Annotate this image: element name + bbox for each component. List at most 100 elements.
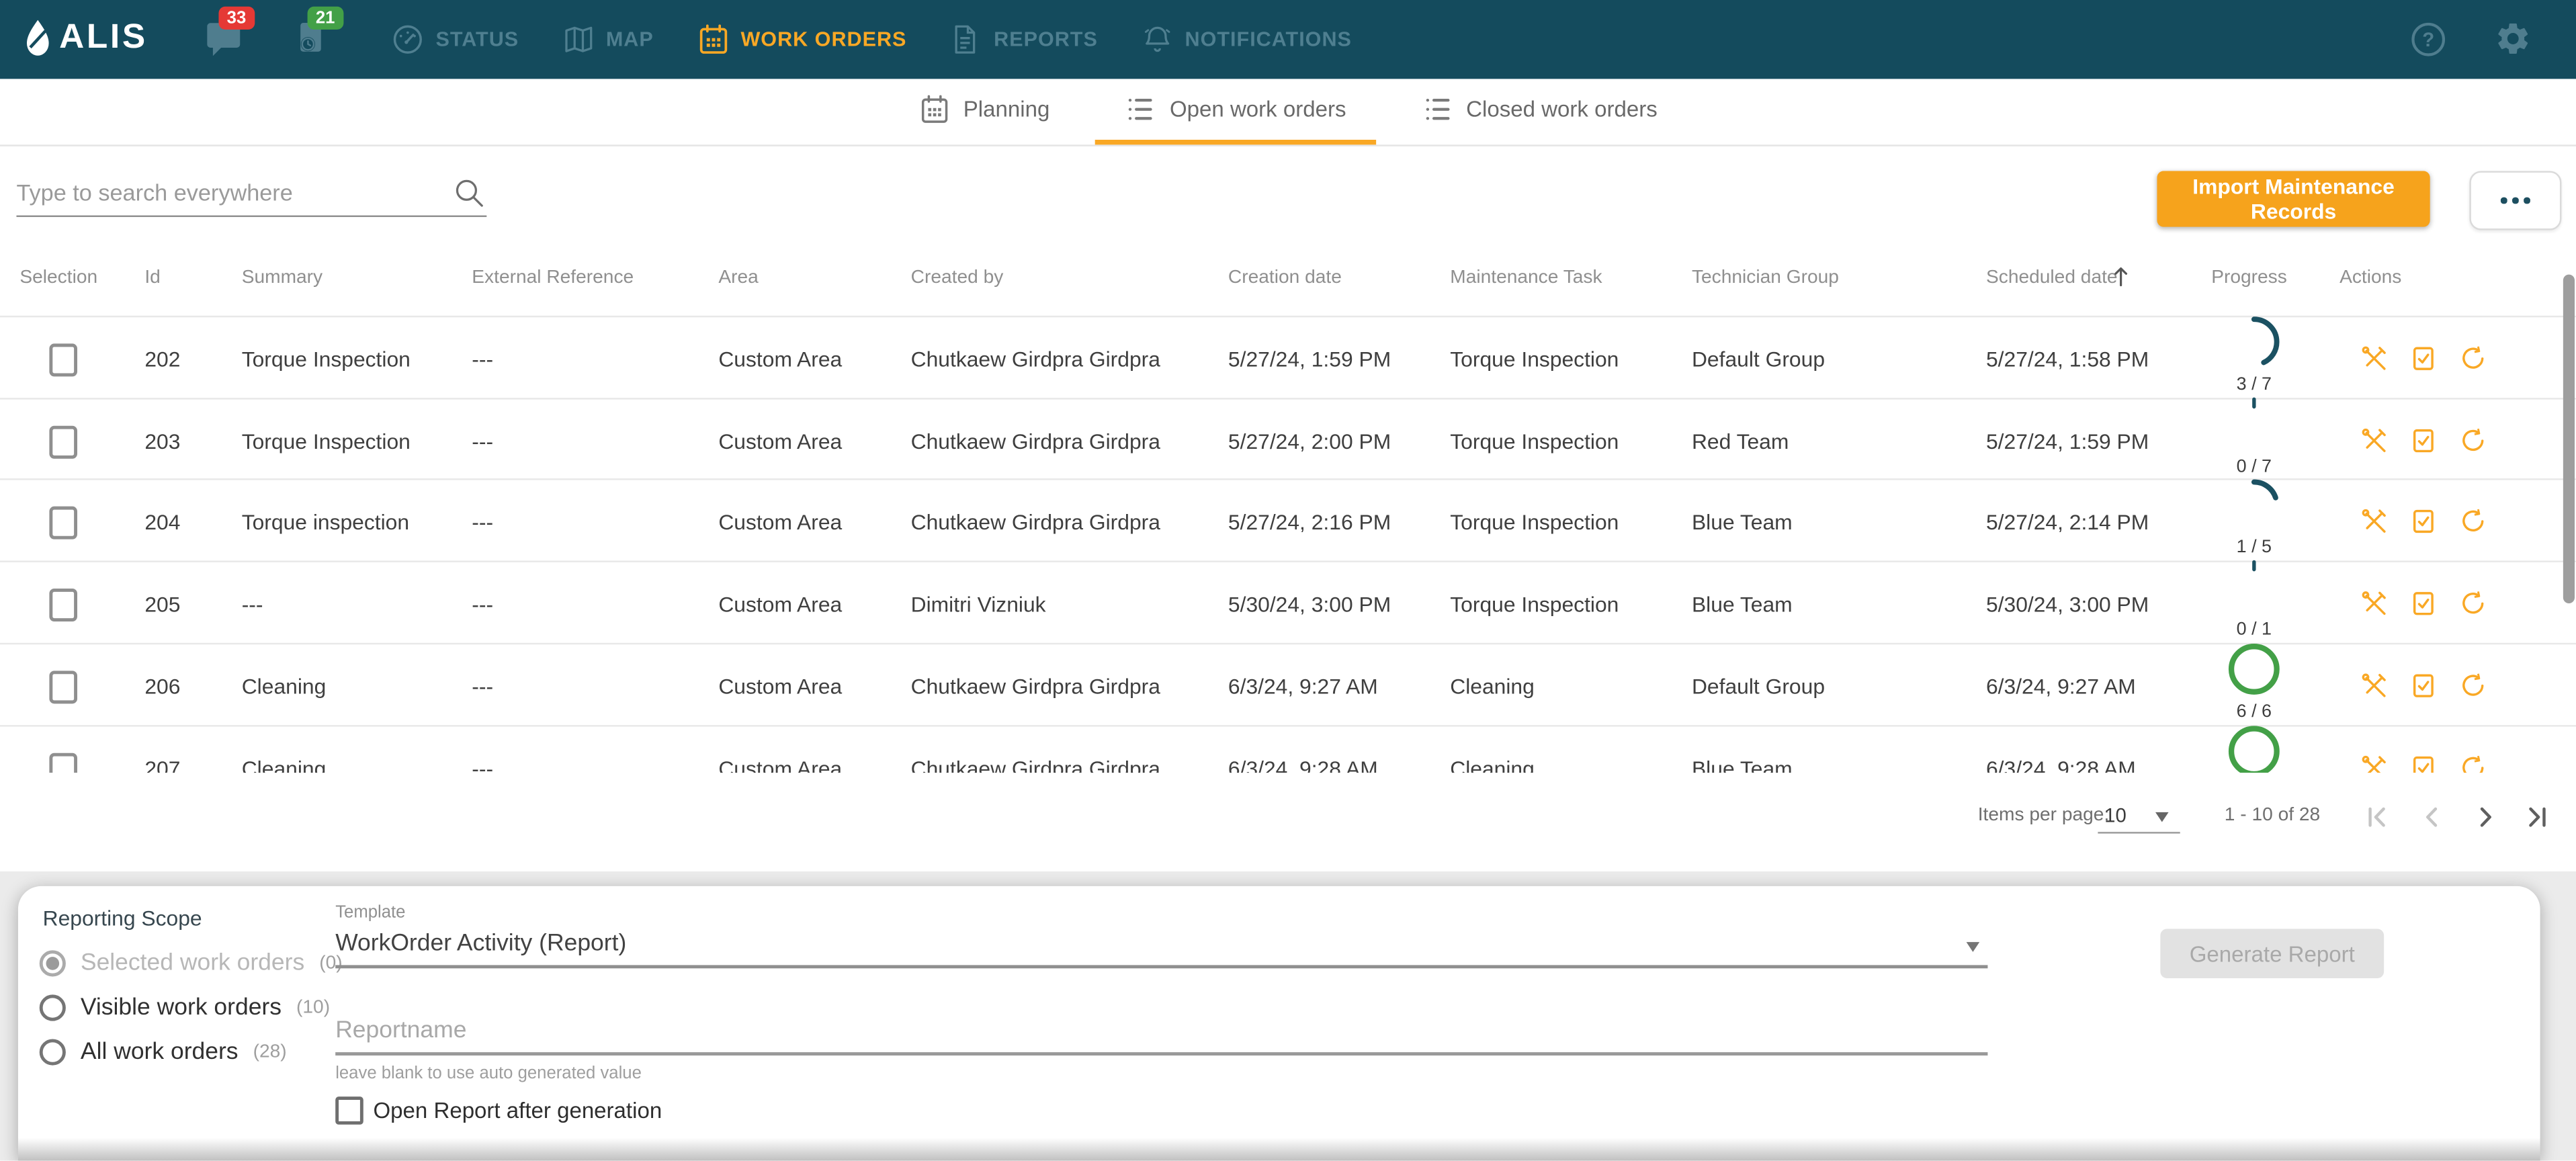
complete-tasks-icon[interactable] xyxy=(2410,345,2436,372)
column-header-technician-group[interactable]: Technician Group xyxy=(1692,268,1839,288)
progress-ring xyxy=(2225,559,2284,618)
sort-ascending-icon[interactable] xyxy=(2111,265,2131,288)
table-row[interactable]: 204Torque inspection---Custom AreaChutka… xyxy=(0,479,2576,561)
reportname-input[interactable]: Reportname xyxy=(335,1018,466,1044)
search-input[interactable] xyxy=(16,169,486,217)
row-select-checkbox[interactable] xyxy=(49,671,77,703)
open-report-checkbox[interactable] xyxy=(335,1096,363,1125)
maintenance-icon[interactable] xyxy=(2361,591,2387,617)
template-select[interactable]: WorkOrder Activity (Report) xyxy=(335,931,626,957)
cell-technician-group: Default Group xyxy=(1692,347,1825,372)
column-header-summary[interactable]: Summary xyxy=(242,268,323,288)
cell-maintenance-task: Torque Inspection xyxy=(1450,429,1619,454)
maintenance-icon[interactable] xyxy=(2361,672,2387,698)
items-per-page-caret-icon[interactable] xyxy=(2155,812,2169,822)
redo-icon[interactable] xyxy=(2460,509,2486,535)
column-header-id[interactable]: Id xyxy=(144,268,160,288)
open-report-label[interactable]: Open Report after generation xyxy=(373,1099,662,1123)
nav-item-reports[interactable]: REPORTS xyxy=(949,23,1098,56)
cell-external-reference: --- xyxy=(472,511,493,535)
column-header-area[interactable]: Area xyxy=(718,268,758,288)
list-icon xyxy=(1422,93,1453,124)
cell-technician-group: Red Team xyxy=(1692,429,1789,454)
maintenance-icon[interactable] xyxy=(2361,509,2387,535)
template-caret-icon[interactable] xyxy=(1967,942,1980,952)
settings-gear-icon[interactable] xyxy=(2494,19,2532,57)
cell-maintenance-task: Torque Inspection xyxy=(1450,511,1619,535)
row-select-checkbox[interactable] xyxy=(49,343,77,376)
column-header-external-reference[interactable]: External Reference xyxy=(472,268,634,288)
cell-area: Custom Area xyxy=(718,592,842,617)
column-header-creation-date[interactable]: Creation date xyxy=(1228,268,1342,288)
column-header-actions[interactable]: Actions xyxy=(2339,268,2401,288)
cell-summary: Cleaning xyxy=(242,755,327,773)
cell-created-by: Chutkaew Girdpra Girdpra xyxy=(911,429,1160,454)
table-row[interactable]: 206Cleaning---Custom AreaChutkaew Girdpr… xyxy=(0,642,2576,724)
brand-name: ALIS xyxy=(59,18,148,58)
tab-planning[interactable]: Planning xyxy=(890,79,1080,144)
maintenance-icon[interactable] xyxy=(2361,427,2387,453)
scope-radio-all-work-orders[interactable]: All work orders (28) xyxy=(40,1039,287,1066)
redo-icon[interactable] xyxy=(2460,427,2486,453)
complete-tasks-icon[interactable] xyxy=(2410,427,2436,453)
cell-scheduled-date: 6/3/24, 9:28 AM xyxy=(1986,755,2136,773)
reportname-underline xyxy=(335,1052,1987,1055)
complete-tasks-icon[interactable] xyxy=(2410,591,2436,617)
view-tabs: Planning Open work orders Closed work or… xyxy=(0,79,2576,146)
progress-ring xyxy=(2225,641,2284,700)
radio-icon[interactable] xyxy=(40,994,66,1021)
table-row[interactable]: 207Cleaning---Custom AreaChutkaew Girdpr… xyxy=(0,724,2576,773)
row-select-checkbox[interactable] xyxy=(49,589,77,621)
complete-tasks-icon[interactable] xyxy=(2410,672,2436,698)
radio-icon[interactable] xyxy=(40,1039,66,1066)
vertical-scrollbar[interactable] xyxy=(2563,275,2575,603)
last-page-icon[interactable] xyxy=(2524,802,2550,832)
items-per-page-select[interactable]: 10 xyxy=(2104,804,2127,827)
alis-leaf-icon xyxy=(22,16,54,59)
cell-technician-group: Blue Team xyxy=(1692,592,1793,617)
maintenance-icon[interactable] xyxy=(2361,345,2387,372)
help-icon[interactable]: ? xyxy=(2410,22,2446,58)
cell-area: Custom Area xyxy=(718,674,842,699)
redo-icon[interactable] xyxy=(2460,672,2486,698)
tab-open-work-orders[interactable]: Open work orders xyxy=(1096,79,1376,144)
redo-icon[interactable] xyxy=(2460,754,2486,773)
nav-item-notifications[interactable]: NOTIFICATIONS xyxy=(1140,23,1351,56)
gauge-icon xyxy=(391,23,424,56)
first-page-icon[interactable] xyxy=(2364,802,2391,832)
next-page-icon[interactable] xyxy=(2473,802,2499,832)
items-per-page-label: Items per page: xyxy=(1978,806,2110,825)
more-options-button[interactable] xyxy=(2469,171,2561,230)
previous-page-icon[interactable] xyxy=(2419,802,2445,832)
nav-item-map[interactable]: MAP xyxy=(562,23,654,56)
table-row[interactable]: 205------Custom AreaDimitri Vizniuk5/30/… xyxy=(0,561,2576,643)
row-select-checkbox[interactable] xyxy=(49,507,77,540)
generate-report-button[interactable]: Generate Report xyxy=(2160,929,2384,978)
column-header-scheduled-date[interactable]: Scheduled date xyxy=(1986,268,2118,288)
radio-icon[interactable] xyxy=(40,950,66,976)
column-header-selection[interactable]: Selection xyxy=(19,268,97,288)
redo-icon[interactable] xyxy=(2460,591,2486,617)
app-logo[interactable]: ALIS xyxy=(22,16,148,59)
complete-tasks-icon[interactable] xyxy=(2410,754,2436,773)
table-row[interactable]: 202Torque Inspection---Custom AreaChutka… xyxy=(0,316,2576,398)
column-header-maintenance-task[interactable]: Maintenance Task xyxy=(1450,268,1602,288)
row-select-checkbox[interactable] xyxy=(49,425,77,458)
scope-radio-visible-work-orders[interactable]: Visible work orders (10) xyxy=(40,994,330,1021)
redo-icon[interactable] xyxy=(2460,345,2486,372)
import-maintenance-records-button[interactable]: Import Maintenance Records xyxy=(2157,171,2430,226)
tab-closed-work-orders[interactable]: Closed work orders xyxy=(1392,79,1687,144)
messages-badge: 33 xyxy=(218,7,254,30)
cell-creation-date: 5/30/24, 3:00 PM xyxy=(1228,592,1391,617)
nav-item-work-orders[interactable]: WORK ORDERS xyxy=(696,23,906,56)
cell-external-reference: --- xyxy=(472,674,493,699)
scope-radio-selected-work-orders[interactable]: Selected work orders (0) xyxy=(40,950,343,976)
column-header-created-by[interactable]: Created by xyxy=(911,268,1004,288)
row-select-checkbox[interactable] xyxy=(49,752,77,773)
table-row[interactable]: 203Torque Inspection---Custom AreaChutka… xyxy=(0,397,2576,479)
complete-tasks-icon[interactable] xyxy=(2410,509,2436,535)
cell-scheduled-date: 5/30/24, 3:00 PM xyxy=(1986,592,2149,617)
nav-item-status[interactable]: STATUS xyxy=(391,23,519,56)
maintenance-icon[interactable] xyxy=(2361,754,2387,773)
column-header-progress[interactable]: Progress xyxy=(2211,268,2287,288)
